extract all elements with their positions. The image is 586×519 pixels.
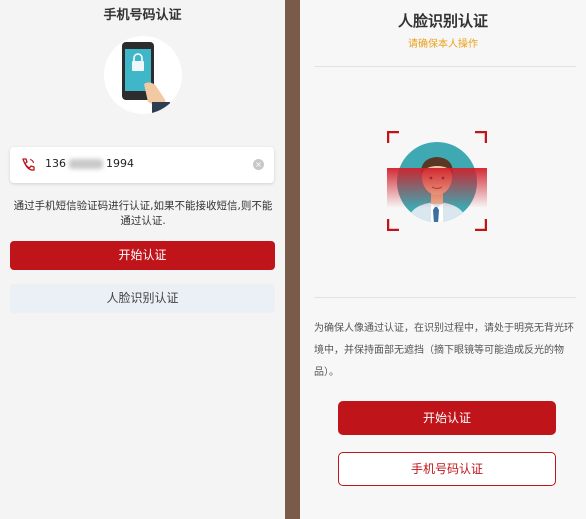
sms-hint: 通过手机短信验证码进行认证,如果不能接收短信,则不能通过认证. xyxy=(13,200,273,227)
masked-digits xyxy=(69,159,103,169)
divider xyxy=(314,297,576,298)
phone-number: 136 1994 xyxy=(45,157,134,170)
phone-number-field[interactable]: 136 1994 × xyxy=(10,147,274,183)
page-title: 人脸识别认证 xyxy=(397,12,488,30)
page-title: 手机号码认证 xyxy=(103,8,182,23)
phone-icon xyxy=(20,157,36,173)
face-hint: 为确保人像通过认证，在识别过程中，请处于明亮无背光环境中，并保持面部无遮挡（摘下… xyxy=(314,323,574,378)
face-auth-button[interactable]: 人脸识别认证 xyxy=(10,284,275,313)
face-auth-panel: 人脸识别认证 请确保本人操作 为确保人像通过认证，在识别过程中，请处于明亮无背光… xyxy=(300,0,586,519)
page-subtitle: 请确保本人操作 xyxy=(408,39,478,50)
phone-auth-panel: 手机号码认证 136 1994 × 通过手机短信验证码进行认证,如果不能接收短信,… xyxy=(0,0,285,519)
face-scan-icon xyxy=(386,130,488,232)
phone-suffix: 1994 xyxy=(106,157,134,170)
clear-icon[interactable]: × xyxy=(253,159,264,170)
start-auth-button[interactable]: 开始认证 xyxy=(338,401,556,435)
phone-lock-icon xyxy=(104,36,182,114)
phone-prefix: 136 xyxy=(45,157,66,170)
start-auth-button[interactable]: 开始认证 xyxy=(10,241,275,270)
phone-auth-button[interactable]: 手机号码认证 xyxy=(338,452,556,486)
divider xyxy=(314,66,576,67)
